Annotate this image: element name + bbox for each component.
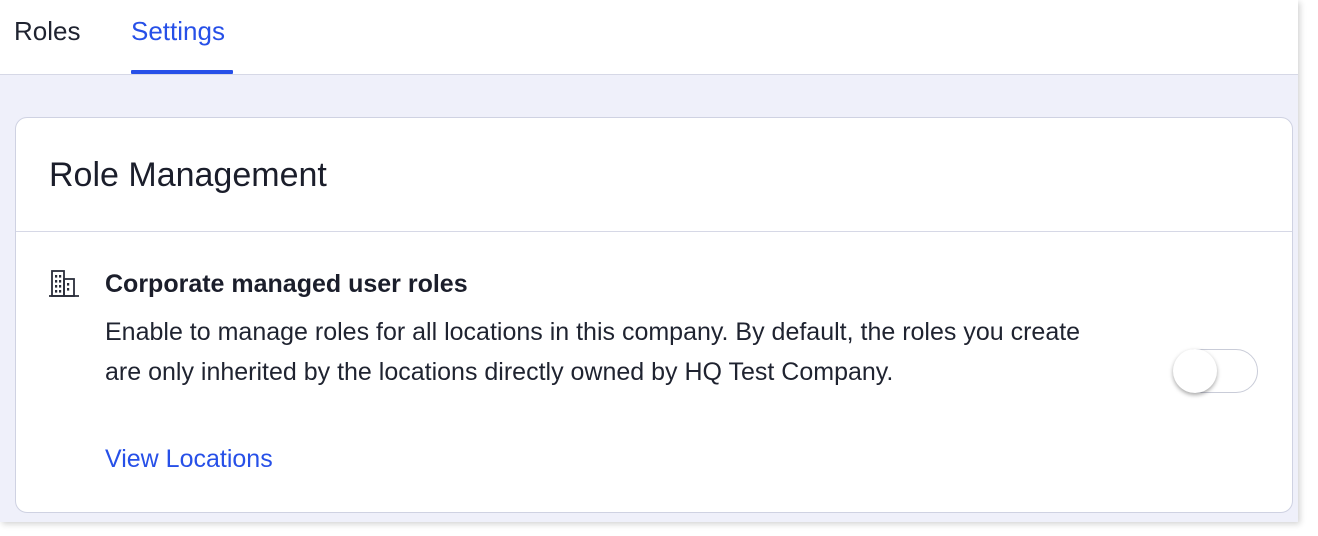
tab-settings[interactable]: Settings — [131, 16, 225, 46]
card-title: Role Management — [49, 156, 327, 194]
tab-roles[interactable]: Roles — [14, 16, 80, 46]
view-locations-link[interactable]: View Locations — [105, 443, 273, 475]
building-icon — [49, 270, 79, 297]
active-tab-indicator — [131, 70, 233, 74]
role-management-card: Role Management Corporate managed user r… — [15, 117, 1293, 513]
setting-title: Corporate managed user roles — [105, 270, 468, 298]
card-divider — [16, 231, 1292, 232]
corporate-roles-toggle[interactable] — [1173, 349, 1258, 393]
app-frame: Roles Settings Role Management Corporate… — [0, 0, 1298, 522]
toggle-knob — [1173, 349, 1217, 393]
tab-bar: Roles Settings — [0, 0, 1298, 75]
setting-description: Enable to manage roles for all locations… — [105, 318, 1081, 386]
